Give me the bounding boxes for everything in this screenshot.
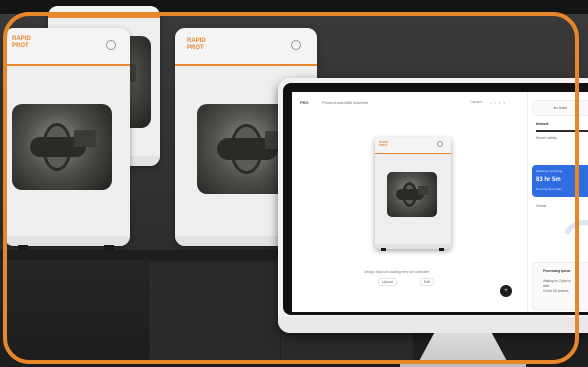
scene: RAPID PROT RAPID PROT PRO Printer/Laser/… (0, 0, 588, 367)
orange-frame (3, 12, 579, 364)
